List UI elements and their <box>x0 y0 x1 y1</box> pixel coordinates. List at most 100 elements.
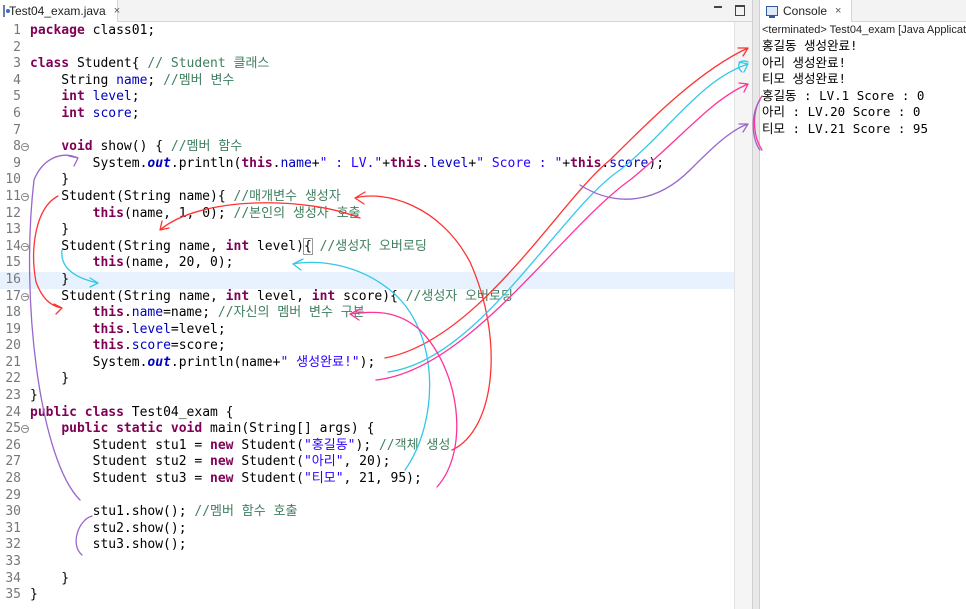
close-icon[interactable]: × <box>835 5 841 17</box>
code-line-6: 6 int score; <box>0 106 734 123</box>
code-text: } <box>30 587 38 603</box>
string-literal: " Score : " <box>476 155 563 171</box>
code-line-24: 24 public class Test04_exam { <box>0 405 734 422</box>
keyword: int <box>311 288 336 304</box>
code-comment: //생성자 오버로딩 <box>405 288 513 304</box>
code-comment: //본인의 생성자 호출 <box>233 205 361 221</box>
code-text: show() { <box>92 139 171 155</box>
field-name: level <box>429 155 469 171</box>
keyword: void <box>170 421 203 437</box>
line-number: 19 <box>5 321 21 337</box>
field-name: score <box>131 338 171 354</box>
code-line-9: 9 System.out.println(this.name+" : LV."+… <box>0 156 734 173</box>
code-text: Student stu1 = <box>30 437 211 453</box>
code-text: } <box>30 172 70 188</box>
code-text: =score; <box>170 338 226 354</box>
line-number: 2 <box>13 39 21 55</box>
matching-brace: { <box>302 237 313 255</box>
keyword: class <box>30 56 70 72</box>
code-text: + <box>311 155 320 171</box>
line-number: 13 <box>5 222 21 238</box>
code-area[interactable]: 1 package class01; 2 3 class Student{ // S… <box>0 23 734 604</box>
code-text: System. <box>30 155 148 171</box>
console-view[interactable]: Console × <terminated> Test04_exam [Java… <box>760 0 966 609</box>
code-text: level) <box>249 238 304 254</box>
code-text: level, <box>249 288 312 304</box>
code-line-14: 14 Student(String name, int level){ //생성… <box>0 237 734 256</box>
field-name: level <box>92 89 132 105</box>
line-number: 17 <box>5 288 21 304</box>
code-text: Student( <box>233 437 304 453</box>
editor-tab[interactable]: Test04_exam.java × <box>0 0 120 22</box>
keyword: this <box>92 338 124 354</box>
close-icon[interactable]: × <box>114 5 120 17</box>
line-number: 32 <box>5 537 21 553</box>
string-literal: " 생성완료!" <box>280 354 360 370</box>
line-number: 27 <box>5 454 21 470</box>
keyword: this <box>92 255 124 271</box>
code-text: =level; <box>170 321 226 337</box>
code-text: . <box>123 321 132 337</box>
keyword: int <box>61 105 85 121</box>
code-line-30: 30 stu1.show(); //멤버 함수 호출 <box>0 504 734 521</box>
pane-divider[interactable] <box>752 0 760 609</box>
code-line-33: 33 <box>0 554 734 571</box>
fold-toggle-icon[interactable] <box>21 292 29 301</box>
line-number: 18 <box>5 305 21 321</box>
code-text: stu1.show(); <box>30 504 195 520</box>
line-number: 1 <box>13 23 21 38</box>
code-text: Test04_exam { <box>123 404 234 420</box>
keyword: static <box>116 421 164 437</box>
code-text: } <box>30 388 38 404</box>
keyword: public <box>30 404 77 420</box>
fold-toggle-icon[interactable] <box>21 192 29 201</box>
line-number: 30 <box>5 504 21 520</box>
vertical-scrollbar[interactable] <box>734 22 752 609</box>
code-text: ); <box>355 437 379 453</box>
maximize-icon[interactable] <box>734 3 746 17</box>
console-icon <box>766 6 778 18</box>
fold-toggle-icon[interactable] <box>21 242 29 251</box>
line-number: 15 <box>5 255 21 271</box>
code-editor[interactable]: Test04_exam.java × 1 package class01; 2 3… <box>0 0 752 609</box>
code-line-10: 10 } <box>0 172 734 189</box>
string-literal: "홍길동" <box>303 437 356 453</box>
code-line-7: 7 <box>0 123 734 140</box>
minimize-icon[interactable] <box>712 3 724 17</box>
line-number: 6 <box>13 105 21 121</box>
code-text: + <box>382 155 391 171</box>
code-text: ); <box>648 155 665 171</box>
code-text: Student(String name, <box>30 238 226 254</box>
field-name: score <box>92 105 132 121</box>
console-output-line: 티모 : LV.21 Score : 95 <box>762 120 928 136</box>
code-comment: //생성자 오버로딩 <box>319 238 427 254</box>
field-name: name <box>116 72 148 88</box>
code-comment: //멤버 변수 <box>163 72 235 88</box>
code-text: . <box>123 305 132 321</box>
fold-toggle-icon[interactable] <box>21 425 29 434</box>
console-tab[interactable]: Console × <box>760 0 852 22</box>
line-number: 10 <box>5 172 21 188</box>
code-text: } <box>30 222 70 238</box>
line-number: 4 <box>13 72 21 88</box>
keyword: new <box>210 471 234 487</box>
code-text: } <box>30 570 70 586</box>
string-literal: "아리" <box>303 454 344 470</box>
keyword: int <box>61 89 85 105</box>
console-status: <terminated> Test04_exam [Java Applicati… <box>762 24 966 36</box>
fold-toggle-icon[interactable] <box>21 143 29 152</box>
code-line-28: 28 Student stu3 = new Student("티모", 21, … <box>0 471 734 488</box>
line-number: 23 <box>5 388 21 404</box>
console-tab-label[interactable]: Console <box>783 4 827 18</box>
line-number: 35 <box>5 587 21 603</box>
code-line-12: 12 this(name, 1, 0); //본인의 생성자 호출 <box>0 206 734 223</box>
console-output-line: 홍길동 : LV.1 Score : 0 <box>762 87 925 103</box>
console-tabbar: Console × <box>760 0 966 22</box>
code-comment: //멤버 함수 호출 <box>194 504 298 520</box>
code-text: .println(name+ <box>170 354 281 370</box>
editor-tab-label[interactable]: Test04_exam.java <box>9 4 106 18</box>
